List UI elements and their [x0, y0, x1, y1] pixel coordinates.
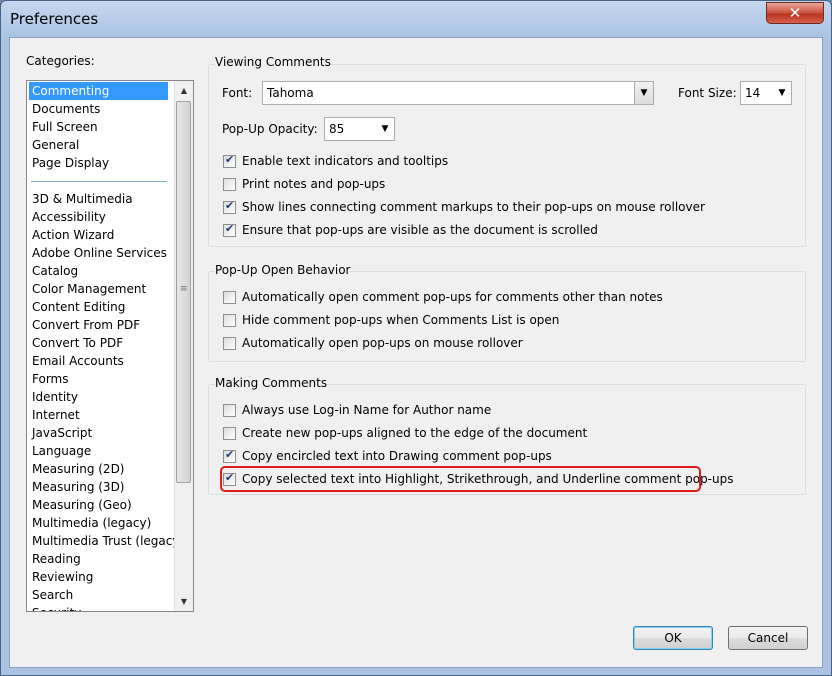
checkbox[interactable] — [223, 313, 236, 327]
checkbox[interactable] — [223, 403, 236, 417]
category-item[interactable]: Page Display — [29, 154, 168, 172]
checkbox[interactable] — [223, 426, 236, 440]
category-item[interactable]: Accessibility — [29, 208, 168, 226]
checkbox-copy-encircled[interactable]: Copy encircled text into Drawing comment… — [223, 447, 552, 465]
category-item[interactable]: Documents — [29, 100, 168, 118]
close-button[interactable]: ✕ — [766, 2, 824, 24]
category-item[interactable]: 3D & Multimedia — [29, 190, 168, 208]
category-item[interactable]: Color Management — [29, 280, 168, 298]
checkbox-auto-open-comments[interactable]: Automatically open comment pop-ups for c… — [223, 288, 663, 306]
checkbox-hide-popups[interactable]: Hide comment pop-ups when Comments List … — [223, 311, 559, 329]
category-item[interactable]: Measuring (Geo) — [29, 496, 168, 514]
category-item[interactable]: Identity — [29, 388, 168, 406]
category-item[interactable]: Forms — [29, 370, 168, 388]
checkbox-print-notes[interactable]: Print notes and pop-ups — [223, 175, 385, 193]
checkbox[interactable] — [223, 448, 236, 463]
categories-scrollbar[interactable]: ▲ ≡ ▼ — [174, 81, 193, 611]
category-item[interactable]: Convert To PDF — [29, 334, 168, 352]
checkbox-login-name[interactable]: Always use Log-in Name for Author name — [223, 401, 491, 419]
category-item[interactable]: Search — [29, 586, 168, 604]
category-item[interactable]: Measuring (2D) — [29, 460, 168, 478]
checkbox-label: Show lines connecting comment markups to… — [242, 200, 705, 214]
category-item[interactable]: JavaScript — [29, 424, 168, 442]
window-title: Preferences — [10, 10, 99, 28]
making-comments-title: Making Comments — [215, 376, 328, 390]
categories-label: Categories: — [26, 54, 95, 68]
checkbox-text-indicators[interactable]: Enable text indicators and tooltips — [223, 152, 448, 170]
checkbox-show-lines[interactable]: Show lines connecting comment markups to… — [223, 198, 705, 216]
font-size-label: Font Size: — [678, 86, 737, 100]
checkbox-label: Copy encircled text into Drawing comment… — [242, 449, 552, 463]
checkbox-label: Ensure that pop-ups are visible as the d… — [242, 223, 598, 237]
font-value: Tahoma — [267, 86, 314, 100]
checkbox-label: Hide comment pop-ups when Comments List … — [242, 313, 560, 327]
opacity-label: Pop-Up Opacity: — [222, 122, 318, 136]
font-size-select[interactable]: 14 ▼ — [740, 81, 792, 105]
dialog-body: Categories: Commenting Documents Full Sc… — [9, 37, 823, 668]
cancel-button[interactable]: Cancel — [728, 626, 808, 650]
category-item[interactable]: Commenting — [29, 82, 168, 100]
checkbox-label: Create new pop-ups aligned to the edge o… — [242, 426, 588, 440]
category-item[interactable]: Full Screen — [29, 118, 168, 136]
opacity-value: 85 — [329, 122, 345, 136]
preferences-window: Preferences ✕ Categories: Commenting Doc… — [0, 0, 832, 676]
scroll-down-icon[interactable]: ▼ — [175, 593, 193, 610]
checkbox[interactable] — [223, 222, 236, 237]
font-label: Font: — [222, 86, 253, 100]
scroll-up-icon[interactable]: ▲ — [175, 82, 193, 99]
category-item[interactable]: Reviewing — [29, 568, 168, 586]
chevron-down-icon[interactable]: ▼ — [376, 118, 394, 140]
checkbox-auto-open-rollover[interactable]: Automatically open pop-ups on mouse roll… — [223, 334, 523, 352]
checkbox-label: Enable text indicators and tooltips — [242, 154, 449, 168]
checkbox-label: Automatically open comment pop-ups for c… — [242, 290, 663, 304]
category-item[interactable]: Measuring (3D) — [29, 478, 168, 496]
viewing-comments-title: Viewing Comments — [215, 55, 331, 69]
category-item[interactable]: General — [29, 136, 168, 154]
categories-list[interactable]: Commenting Documents Full Screen General… — [26, 80, 194, 612]
checkbox[interactable] — [223, 336, 236, 350]
category-item[interactable]: Catalog — [29, 262, 168, 280]
category-item[interactable]: Convert From PDF — [29, 316, 168, 334]
checkbox-label: Automatically open pop-ups on mouse roll… — [242, 336, 523, 350]
checkbox-label: Print notes and pop-ups — [242, 177, 386, 191]
category-item[interactable]: Reading — [29, 550, 168, 568]
checkbox[interactable] — [223, 199, 236, 214]
category-separator — [29, 172, 168, 190]
checkbox[interactable] — [223, 153, 236, 168]
scrollbar-thumb[interactable]: ≡ — [176, 101, 191, 483]
opacity-select[interactable]: 85 ▼ — [324, 117, 395, 141]
category-item[interactable]: Adobe Online Services — [29, 244, 168, 262]
category-item[interactable]: Language — [29, 442, 168, 460]
checkbox-label: Always use Log-in Name for Author name — [242, 403, 492, 417]
category-item[interactable]: Internet — [29, 406, 168, 424]
category-item[interactable]: Email Accounts — [29, 352, 168, 370]
font-size-value: 14 — [745, 86, 761, 100]
category-item[interactable]: Multimedia Trust (legacy) — [29, 532, 184, 550]
annotation-highlight — [220, 466, 701, 492]
category-item[interactable]: Content Editing — [29, 298, 168, 316]
popup-behavior-title: Pop-Up Open Behavior — [215, 263, 351, 277]
category-item[interactable]: Multimedia (legacy) — [29, 514, 168, 532]
checkbox-align-edge[interactable]: Create new pop-ups aligned to the edge o… — [223, 424, 587, 442]
category-item[interactable]: Security — [29, 604, 168, 611]
title-bar[interactable]: Preferences ✕ — [1, 1, 831, 37]
grip-icon: ≡ — [180, 284, 188, 294]
ok-button[interactable]: OK — [633, 626, 713, 650]
font-select[interactable]: Tahoma ▼ — [262, 81, 654, 105]
checkbox[interactable] — [223, 290, 236, 304]
category-item[interactable]: Action Wizard — [29, 226, 168, 244]
close-icon: ✕ — [788, 4, 802, 22]
checkbox-ensure-visible[interactable]: Ensure that pop-ups are visible as the d… — [223, 221, 598, 239]
chevron-down-icon[interactable]: ▼ — [634, 82, 653, 104]
chevron-down-icon[interactable]: ▼ — [773, 82, 791, 104]
checkbox[interactable] — [223, 177, 236, 191]
